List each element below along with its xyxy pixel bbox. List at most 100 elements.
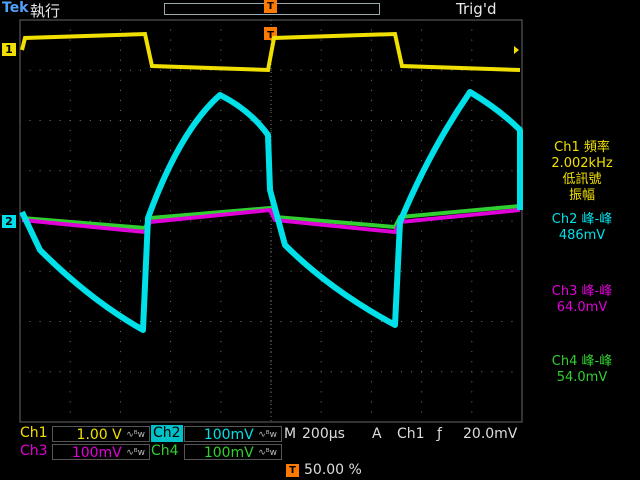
grid-dot: [119, 79, 121, 81]
grid-dot: [320, 19, 322, 21]
ch1-scale-box[interactable]: 1.00 V ∿ᴮw: [52, 426, 150, 443]
grid-dot: [401, 321, 403, 322]
grid-dot: [170, 230, 172, 232]
grid-dot: [69, 290, 71, 292]
grid-dot: [69, 391, 71, 393]
grid-dot: [270, 321, 272, 322]
grid-dot: [230, 270, 232, 272]
grid-dot: [411, 371, 413, 373]
grid-dot: [421, 109, 423, 111]
grid-dot: [119, 270, 121, 272]
grid-dot: [370, 331, 372, 333]
measurement-ch3-pkpk[interactable]: Ch3 峰-峰 64.0mV: [526, 284, 638, 316]
trigger-position-value[interactable]: 50.00 %: [304, 461, 362, 479]
ch4-scale-box[interactable]: 100mV ∿ᴮw: [184, 444, 282, 461]
grid-dot: [421, 371, 423, 373]
grid-dot: [370, 300, 372, 302]
grid-dot: [200, 371, 202, 373]
timebase-value[interactable]: 200µs: [302, 425, 345, 443]
grid-dot: [471, 371, 473, 373]
grid-dot: [59, 321, 61, 322]
grid-dot: [380, 69, 382, 71]
grid-dot: [461, 120, 463, 121]
grid-dot: [89, 69, 91, 71]
grid-dot: [320, 130, 322, 132]
grid-dot: [170, 280, 172, 282]
grid-dot: [39, 120, 41, 121]
grid-dot: [240, 170, 242, 172]
grid-dot: [260, 270, 262, 272]
grid-dot: [421, 331, 423, 333]
grid-dot: [441, 321, 443, 322]
grid-dot: [69, 130, 71, 132]
ch2-ground-marker[interactable]: 2: [2, 215, 16, 228]
grid-dot: [370, 280, 372, 282]
grid-dot: [150, 371, 152, 373]
grid-dot: [270, 270, 272, 272]
grid-dot: [180, 170, 182, 172]
grid-dot: [99, 321, 101, 322]
grid-dot: [320, 170, 322, 172]
grid-dot: [320, 351, 322, 353]
grid-dot: [320, 270, 322, 272]
grid-dot: [220, 99, 222, 101]
grid-dot: [220, 310, 222, 312]
grid-dot: [170, 99, 172, 101]
trigger-source[interactable]: Ch1: [397, 425, 425, 443]
grid-dot: [471, 140, 473, 142]
grid-dot: [320, 190, 322, 192]
grid-dot: [491, 170, 493, 172]
grid-dot: [320, 180, 322, 182]
grid-dot: [220, 160, 222, 162]
grid-dot: [421, 290, 423, 292]
grid-dot: [370, 240, 372, 242]
ch2-scale-box[interactable]: 100mV ∿ᴮw: [184, 426, 282, 443]
grid-dot: [340, 69, 342, 71]
grid-dot: [180, 371, 182, 373]
measurement-ch4-pkpk[interactable]: Ch4 峰-峰 54.0mV: [526, 354, 638, 386]
grid-dot: [280, 120, 282, 121]
grid-dot: [370, 290, 372, 292]
grid-dot: [320, 230, 322, 232]
grid-dot: [119, 180, 121, 182]
grid-dot: [160, 270, 162, 272]
grid-dot: [431, 170, 433, 172]
grid-dot: [69, 250, 71, 252]
grid-dot: [119, 280, 121, 282]
grid-dot: [170, 401, 172, 403]
grid-dot: [491, 120, 493, 121]
grid-dot: [320, 341, 322, 343]
grid-dot: [340, 170, 342, 172]
grid-dot: [119, 381, 121, 383]
grid-dot: [69, 331, 71, 333]
grid-dot: [139, 270, 141, 272]
grid-dot: [491, 371, 493, 373]
ch1-ground-marker[interactable]: 1: [2, 43, 16, 56]
grid-dot: [431, 69, 433, 71]
measurement-ch2-pkpk[interactable]: Ch2 峰-峰 486mV: [526, 212, 638, 244]
grid-dot: [180, 321, 182, 322]
m3-value: 64.0mV: [556, 300, 608, 315]
grid-dot: [99, 120, 101, 121]
grid-dot: [370, 150, 372, 152]
ch3-bw-icon: ∿ᴮw: [126, 448, 145, 458]
measurement-ch1-freq[interactable]: Ch1 頻率 2.002kHz 低訊號 振幅: [526, 140, 638, 204]
grid-dot: [370, 391, 372, 393]
trigger-level[interactable]: 20.0mV: [463, 425, 517, 443]
grid-dot: [170, 331, 172, 333]
grid-dot: [370, 200, 372, 202]
grid-dot: [340, 270, 342, 272]
grid-dot: [461, 270, 463, 272]
grid-dot: [150, 270, 152, 272]
grid-dot: [310, 69, 312, 71]
ch3-scale-box[interactable]: 100mV ∿ᴮw: [52, 444, 150, 461]
grid-dot: [370, 170, 372, 172]
grid-dot: [370, 59, 372, 61]
grid-dot: [360, 120, 362, 121]
grid-dot: [190, 69, 192, 71]
grid-dot: [170, 290, 172, 292]
grid-dot: [160, 120, 162, 121]
grid-dot: [220, 290, 222, 292]
grid-dot: [320, 250, 322, 252]
grid-dot: [320, 150, 322, 152]
